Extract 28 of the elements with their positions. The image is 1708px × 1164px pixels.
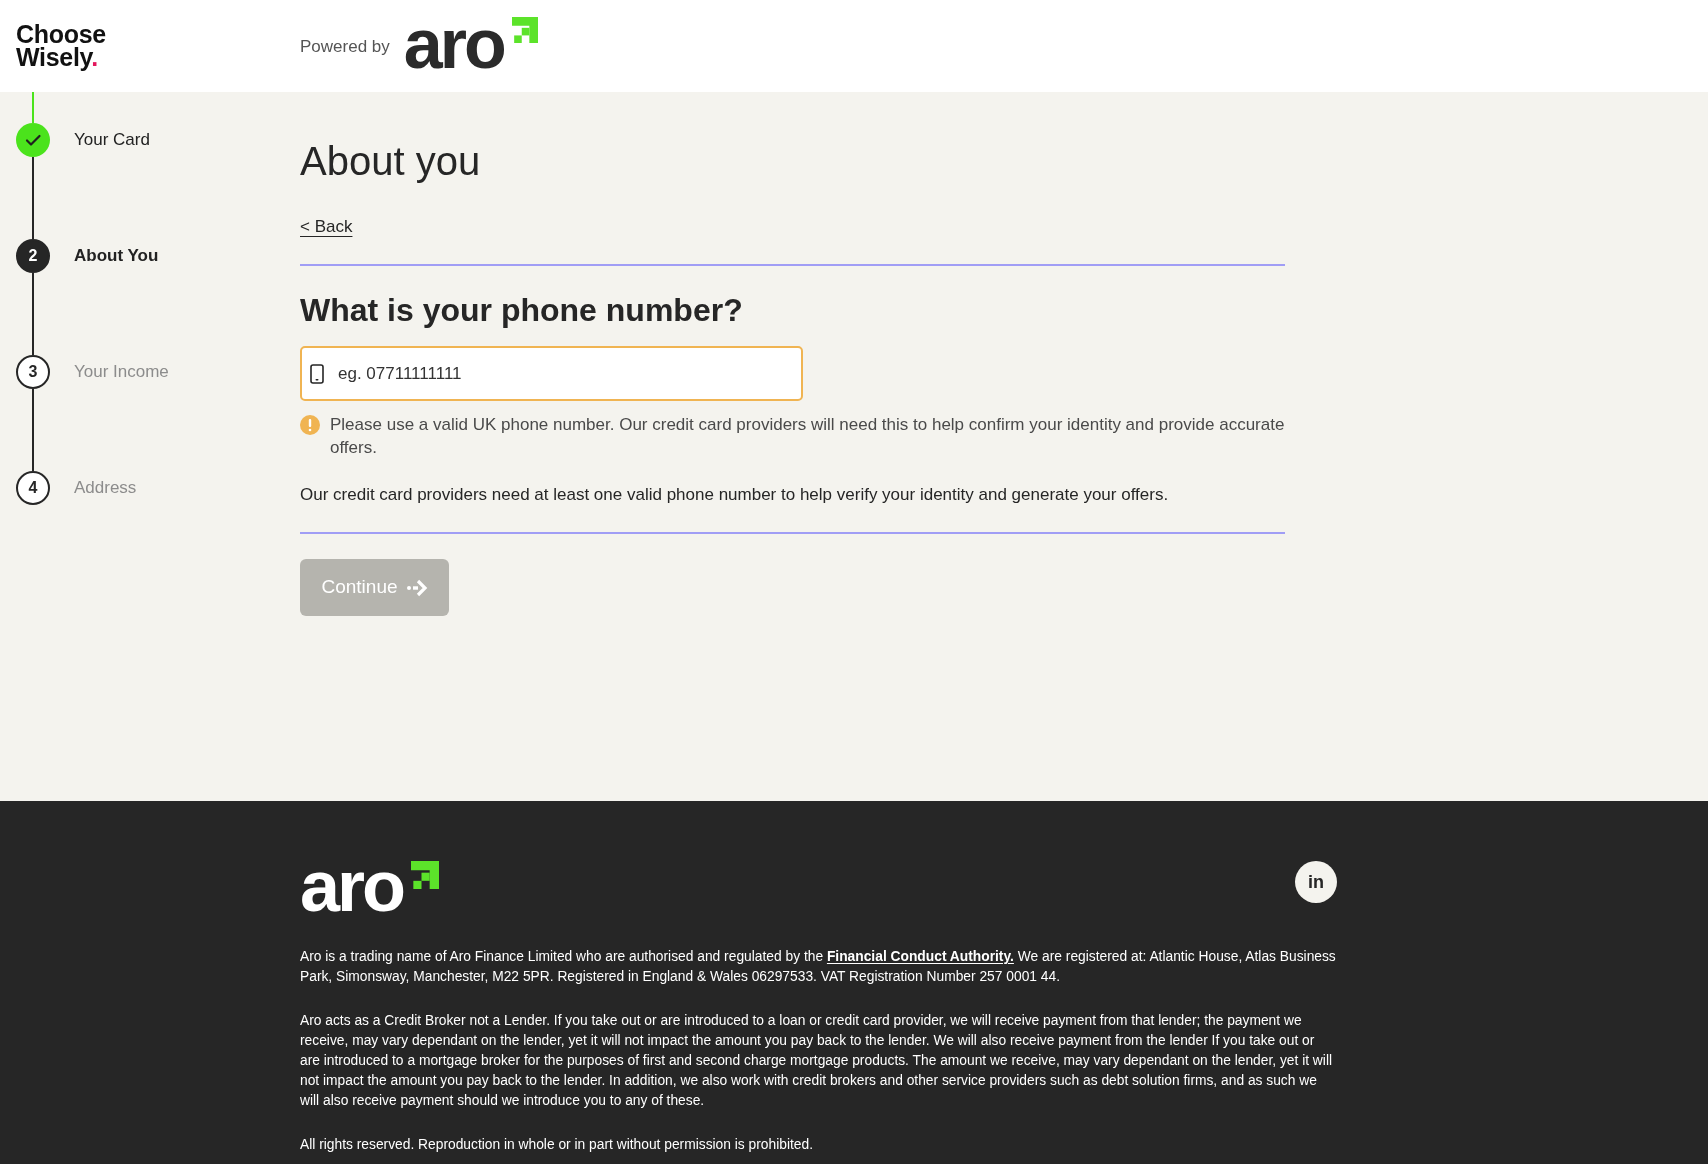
footer-logo-wordmark: aro — [300, 859, 404, 913]
page-title: About you — [300, 138, 481, 185]
step-label: Address — [74, 477, 137, 500]
legal-text: All rights reserved. Reproduction in whole or in part without permission is prohibited. — [300, 1136, 815, 1154]
arrow-icon — [405, 577, 428, 598]
partner-logo-wordmark: aro — [403, 15, 504, 73]
question-heading: What is your phone number? — [300, 291, 743, 329]
step-number: 4 — [16, 471, 50, 505]
step-label: Your Card — [74, 129, 150, 152]
info-text: Our credit card providers need at least one valid phone number to help verify your identity and generate your offers. — [300, 484, 1169, 506]
regulator-link[interactable]: Financial Conduct Authority. — [826, 949, 1014, 964]
step-number: 2 — [16, 239, 50, 273]
warning-text: Please use a valid UK phone number. Our credit card providers will need this to help confirm your identity and provide accurate offers. — [330, 414, 1286, 459]
brand-logo: Choose Wisely. — [16, 23, 106, 69]
arrow-icon — [511, 17, 538, 43]
legal-text: Aro is a trading name of Aro Finance Limited who are authorised and regulated by the Financial Conduct Authority. We are registered at: Atlantic House, Atlas Business Park, Simonsway, Manchester, M22 5PR. Registered in England & Wales 06297533. VAT Registration Number 257 0001 44. — [300, 948, 1337, 986]
arrow-icon — [411, 861, 440, 889]
powered-by-text: Powered by — [300, 36, 390, 59]
step-connector — [32, 92, 34, 123]
legal-text: Aro acts as a Credit Broker not a Lender. If you take out or are introduced to a loan or credit card provider, we will receive payment from that lender; the payment we receive, may vary dependant on the lender, yet it will not impact the amount you pay back to the lender. We will also receive payment from the lender If you take out or are introduced to a mortgage broker for the purposes of first and second charge mortgage products. The amount we receive, may vary dependant on the lender, yet it will not impact the amount you pay back to the lender. In addition, we also work with credit brokers and other service providers such as debt solution firms, and as such we will also receive payment should we introduce you to any of these. — [300, 1012, 1334, 1110]
step-label: Your Income — [74, 361, 169, 384]
back-link[interactable]: < Back — [300, 217, 353, 237]
step-label: About You — [74, 245, 159, 268]
warning-icon — [300, 415, 320, 435]
social-link[interactable]: in — [1295, 861, 1337, 903]
phone-field[interactable]: eg. 07711111111 — [300, 346, 803, 401]
phone-icon — [310, 364, 324, 384]
step-number: 3 — [16, 355, 50, 389]
